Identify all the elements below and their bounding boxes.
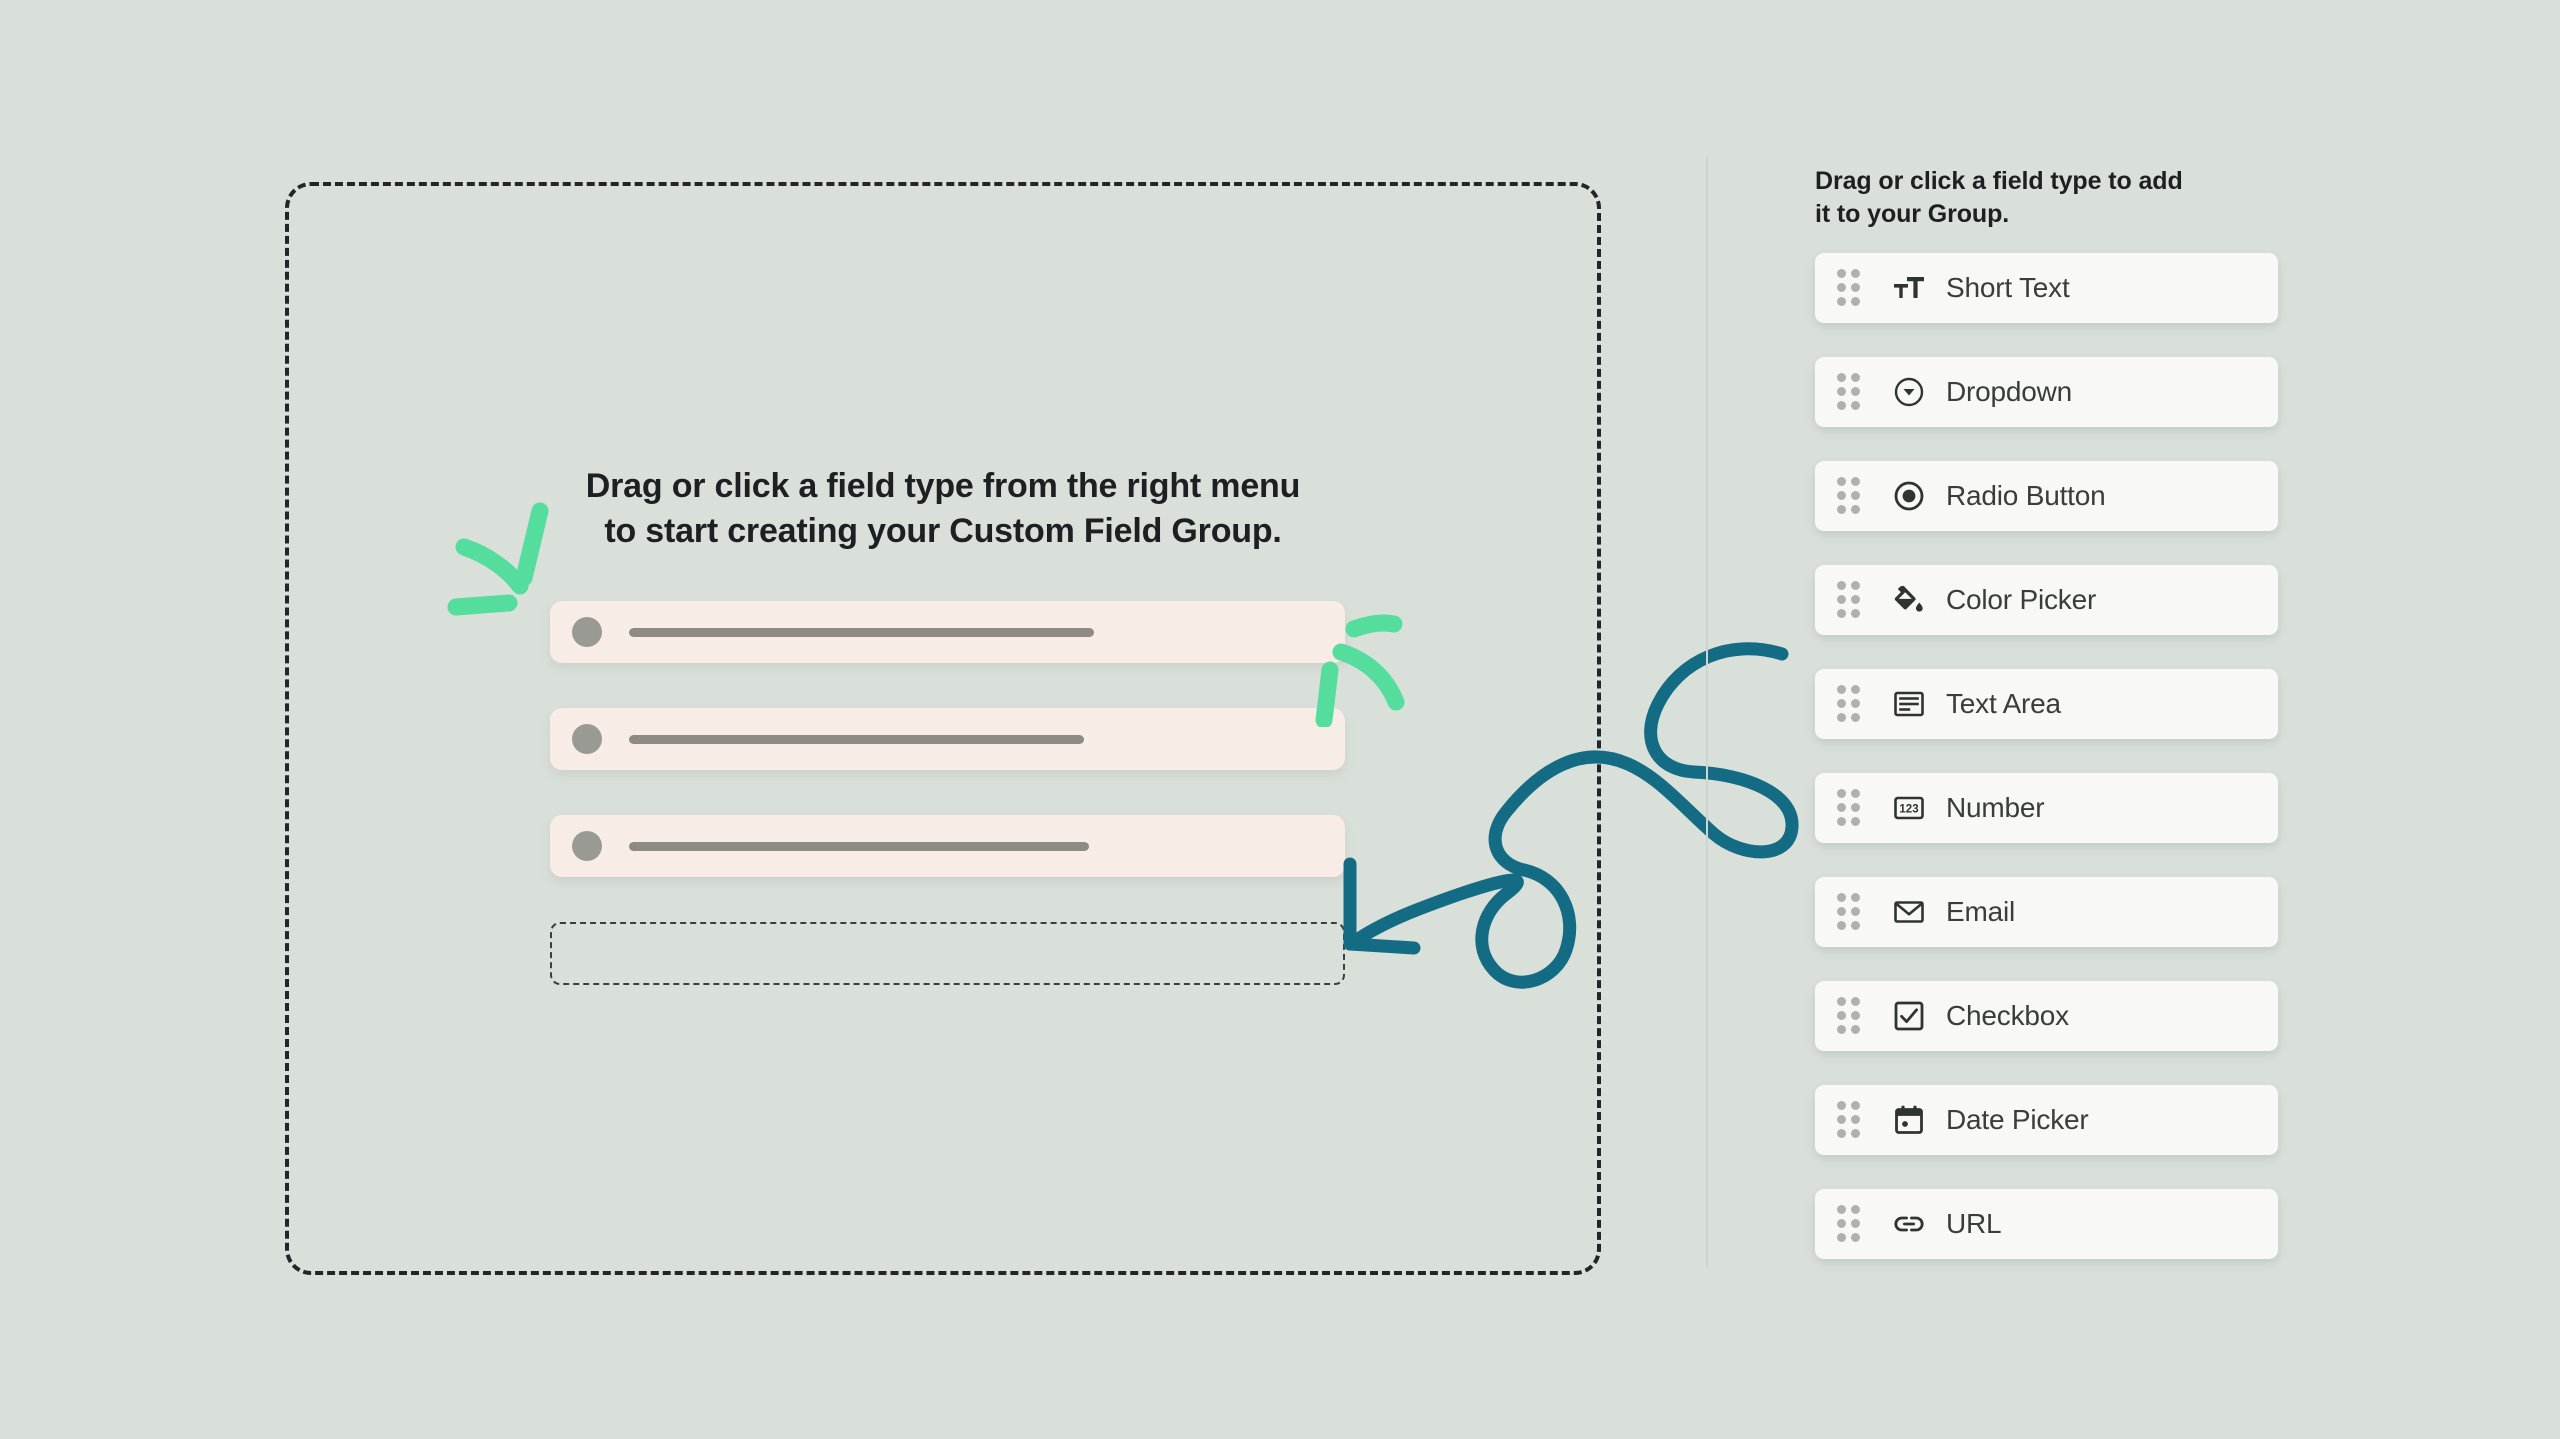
skeleton-field-row: [550, 708, 1345, 770]
field-type-checkbox[interactable]: Checkbox: [1815, 980, 2278, 1051]
skeleton-text-bar: [629, 627, 1094, 637]
app-root: Drag or click a field type from the righ…: [0, 0, 2560, 1439]
skeleton-field-row: [550, 601, 1345, 663]
skeleton-avatar-dot: [572, 617, 602, 647]
skeleton-text-bar: [629, 841, 1089, 851]
field-type-number[interactable]: 123 Number: [1815, 772, 2278, 843]
field-type-radio-button[interactable]: Radio Button: [1815, 460, 2278, 531]
drag-handle-icon[interactable]: [1837, 477, 1860, 514]
short-text-icon: [1891, 270, 1927, 306]
email-icon: [1891, 894, 1927, 930]
field-type-panel: Drag or click a field type to add it to …: [1815, 165, 2278, 1293]
text-area-icon: [1891, 686, 1927, 722]
drag-handle-icon[interactable]: [1837, 789, 1860, 826]
field-type-dropdown[interactable]: Dropdown: [1815, 356, 2278, 427]
drag-handle-icon[interactable]: [1837, 1101, 1860, 1138]
drag-handle-icon[interactable]: [1837, 269, 1860, 306]
field-type-text-area[interactable]: Text Area: [1815, 668, 2278, 739]
drag-handle-icon[interactable]: [1837, 373, 1860, 410]
checkbox-icon: [1891, 998, 1927, 1034]
color-picker-icon: [1891, 582, 1927, 618]
svg-text:123: 123: [1899, 803, 1918, 815]
dropdown-icon: [1891, 374, 1927, 410]
field-type-email[interactable]: Email: [1815, 876, 2278, 947]
field-type-label: Color Picker: [1946, 583, 2097, 615]
field-type-short-text[interactable]: Short Text: [1815, 252, 2278, 323]
field-type-label: Dropdown: [1946, 375, 2073, 407]
field-type-label: Radio Button: [1946, 479, 2106, 511]
field-type-url[interactable]: URL: [1815, 1188, 2278, 1259]
skeleton-avatar-dot: [572, 831, 602, 861]
radio-button-icon: [1891, 478, 1927, 514]
drag-handle-icon[interactable]: [1837, 1205, 1860, 1242]
skeleton-avatar-dot: [572, 724, 602, 754]
field-type-label: Text Area: [1946, 687, 2061, 719]
url-icon: [1891, 1206, 1927, 1242]
field-type-color-picker[interactable]: Color Picker: [1815, 564, 2278, 635]
field-type-date-picker[interactable]: Date Picker: [1815, 1084, 2278, 1155]
date-picker-icon: [1891, 1102, 1927, 1138]
builder-drop-canvas[interactable]: Drag or click a field type from the righ…: [285, 182, 1601, 1275]
canvas-heading: Drag or click a field type from the righ…: [585, 467, 1301, 550]
skeleton-field-list: [550, 601, 1345, 985]
field-type-label: Short Text: [1946, 271, 2070, 303]
number-icon: 123: [1891, 790, 1927, 826]
field-type-label: Checkbox: [1946, 999, 2069, 1031]
field-type-label: URL: [1946, 1207, 2002, 1239]
skeleton-field-row: [550, 815, 1345, 877]
panel-title: Drag or click a field type to add it to …: [1815, 167, 2183, 229]
drag-handle-icon[interactable]: [1837, 893, 1860, 930]
field-type-label: Date Picker: [1946, 1103, 2089, 1135]
drop-placeholder-slot[interactable]: [550, 922, 1345, 985]
drag-handle-icon[interactable]: [1837, 997, 1860, 1034]
skeleton-text-bar: [629, 734, 1084, 744]
field-type-label: Email: [1946, 895, 2016, 927]
drag-handle-icon[interactable]: [1837, 685, 1860, 722]
panel-divider: [1706, 157, 1708, 1267]
field-type-label: Number: [1946, 791, 2045, 823]
drag-handle-icon[interactable]: [1837, 581, 1860, 618]
